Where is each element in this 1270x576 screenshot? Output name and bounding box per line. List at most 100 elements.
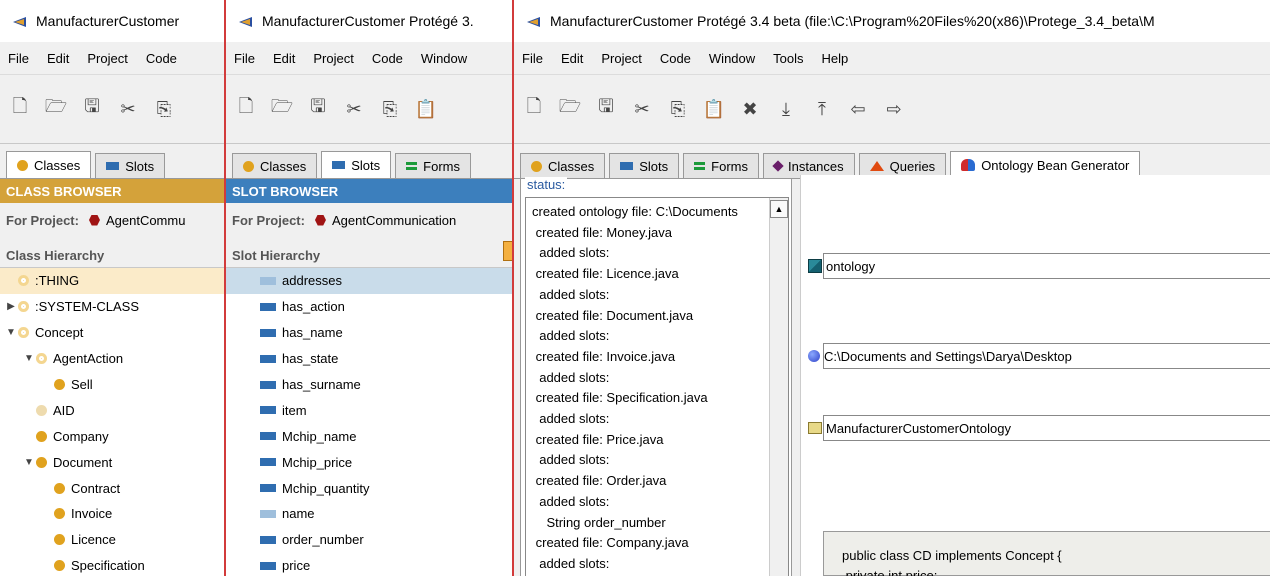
slot-browser-header: SLOT BROWSER bbox=[226, 179, 512, 203]
ontology-field[interactable]: ontology bbox=[808, 253, 1270, 279]
slot-tree-row[interactable]: order_number bbox=[226, 527, 512, 553]
class-tree-row[interactable]: Licence bbox=[0, 527, 224, 553]
slot-tree-row[interactable]: has_action bbox=[226, 294, 512, 320]
collapse-toggle-icon[interactable]: ▶ bbox=[4, 301, 18, 312]
slot-tree-row[interactable]: name bbox=[226, 501, 512, 527]
menu-project[interactable]: Project bbox=[87, 51, 127, 66]
class-tree-row[interactable]: ▼ AgentAction bbox=[0, 346, 224, 372]
class-tree-row[interactable]: ▼ Document bbox=[0, 449, 224, 475]
slot-tree: addresses has_action has_name has_state has_… bbox=[226, 268, 512, 576]
menu-file[interactable]: File bbox=[522, 51, 543, 66]
class-dot-icon bbox=[531, 160, 542, 172]
slot-tree-row[interactable]: item bbox=[226, 397, 512, 423]
slot-tree-row[interactable]: price bbox=[226, 553, 512, 576]
class-tree-row[interactable]: Contract bbox=[0, 475, 224, 501]
tab-classes[interactable]: Classes bbox=[6, 151, 92, 178]
slot-label: has_surname bbox=[282, 377, 361, 392]
new-file-icon[interactable]: 🗋 bbox=[232, 95, 260, 123]
collapse-handle[interactable] bbox=[503, 241, 512, 261]
class-tree-row[interactable]: :THING bbox=[0, 268, 224, 294]
expand-toggle-icon[interactable]: ▼ bbox=[22, 353, 36, 364]
menu-tools[interactable]: Tools bbox=[773, 51, 803, 66]
forward-icon[interactable]: ⇨ bbox=[880, 95, 908, 123]
cut-icon[interactable]: ✂ bbox=[628, 95, 656, 123]
copy-icon[interactable]: ⎘ bbox=[376, 95, 404, 123]
ontology-name-field[interactable]: ManufacturerCustomerOntology bbox=[808, 415, 1270, 441]
new-file-icon[interactable]: 🗋 bbox=[6, 95, 34, 123]
menu-bar: File Edit Project Code Window bbox=[226, 42, 512, 75]
delete-icon[interactable]: ✖ bbox=[736, 95, 764, 123]
slot-tree-row[interactable]: Mchip_price bbox=[226, 449, 512, 475]
menu-window[interactable]: Window bbox=[421, 51, 467, 66]
open-folder-icon[interactable]: 🗁 bbox=[268, 95, 296, 123]
menu-file[interactable]: File bbox=[8, 51, 29, 66]
slot-tree-row[interactable]: has_name bbox=[226, 320, 512, 346]
class-label: Document bbox=[53, 454, 113, 470]
title-bar: ManufacturerCustomer Protégé 3. bbox=[226, 0, 512, 42]
tab-classes[interactable]: Classes bbox=[520, 153, 606, 178]
slot-tree-row[interactable]: Mchip_quantity bbox=[226, 475, 512, 501]
expand-toggle-icon[interactable]: ▼ bbox=[4, 327, 18, 338]
class-tree: :THING ▶:SYSTEM-CLASS ▼ Concept ▼ AgentAction… bbox=[0, 268, 224, 576]
tab-slots[interactable]: Slots bbox=[609, 153, 680, 178]
menu-window[interactable]: Window bbox=[709, 51, 755, 66]
window-title: ManufacturerCustomer bbox=[36, 13, 180, 29]
save-icon[interactable]: 🖫 bbox=[592, 95, 620, 123]
expand-toggle-icon[interactable]: ▼ bbox=[22, 457, 36, 468]
open-folder-icon[interactable]: 🗁 bbox=[556, 95, 584, 123]
menu-help[interactable]: Help bbox=[822, 51, 849, 66]
class-label: Licence bbox=[71, 532, 116, 548]
location-field[interactable]: C:\Documents and Settings\Darya\Desktop bbox=[808, 343, 1270, 369]
copy-icon[interactable]: ⎘ bbox=[150, 95, 178, 123]
menu-code[interactable]: Code bbox=[660, 51, 691, 66]
menu-code[interactable]: Code bbox=[372, 51, 403, 66]
class-tree-row[interactable]: ▶:SYSTEM-CLASS bbox=[0, 294, 224, 320]
open-folder-icon[interactable]: 🗁 bbox=[42, 95, 70, 123]
class-label: Sell bbox=[71, 377, 93, 392]
slot-tree-row[interactable]: has_state bbox=[226, 346, 512, 372]
tab-forms[interactable]: Forms bbox=[683, 153, 759, 178]
class-label: Invoice bbox=[71, 506, 113, 522]
menu-code[interactable]: Code bbox=[146, 51, 177, 66]
cut-icon[interactable]: ✂ bbox=[114, 95, 142, 123]
menu-edit[interactable]: Edit bbox=[561, 51, 583, 66]
undo-icon[interactable]: ⤓ bbox=[772, 95, 800, 123]
cut-icon[interactable]: ✂ bbox=[340, 95, 368, 123]
scroll-up-icon[interactable]: ▲ bbox=[770, 200, 788, 218]
status-log[interactable]: created ontology file: C:\Documents crea… bbox=[525, 197, 789, 576]
tab-classes[interactable]: Classes bbox=[232, 153, 318, 178]
tab-slots[interactable]: Slots bbox=[95, 153, 166, 178]
slot-browser-window: ManufacturerCustomer Protégé 3. File Edi… bbox=[226, 0, 512, 576]
new-file-icon[interactable]: 🗋 bbox=[520, 95, 548, 123]
slot-icon bbox=[260, 432, 276, 441]
class-tree-row[interactable]: Invoice bbox=[0, 501, 224, 527]
status-scrollbar[interactable]: ▲ bbox=[769, 198, 788, 576]
save-icon[interactable]: 🖫 bbox=[304, 95, 332, 123]
class-label: Concept bbox=[35, 325, 84, 341]
copy-icon[interactable]: ⎘ bbox=[664, 95, 692, 123]
class-tree-row[interactable]: Sell bbox=[0, 372, 224, 398]
back-icon[interactable]: ⇦ bbox=[844, 95, 872, 123]
tab-forms[interactable]: Forms bbox=[395, 153, 471, 178]
class-tree-row[interactable]: ▼ Concept bbox=[0, 320, 224, 346]
paste-icon[interactable]: 📋 bbox=[700, 95, 728, 123]
class-browser-window: ManufacturerCustomer File Edit Project C… bbox=[0, 0, 224, 576]
redo-icon[interactable]: ⤒ bbox=[808, 95, 836, 123]
slot-tree-row[interactable]: addresses bbox=[226, 268, 512, 294]
tab-ontology-bean-generator[interactable]: Ontology Bean Generator bbox=[950, 151, 1141, 178]
slot-tree-row[interactable]: has_surname bbox=[226, 372, 512, 398]
menu-project[interactable]: Project bbox=[601, 51, 641, 66]
menu-file[interactable]: File bbox=[234, 51, 255, 66]
save-icon[interactable]: 🖫 bbox=[78, 95, 106, 123]
menu-edit[interactable]: Edit bbox=[47, 51, 69, 66]
tab-bar: Classes Slots Forms Instances Queries On… bbox=[514, 144, 1270, 179]
class-tree-row[interactable]: AID bbox=[0, 397, 224, 423]
class-tree-row[interactable]: Specification bbox=[0, 553, 224, 576]
menu-edit[interactable]: Edit bbox=[273, 51, 295, 66]
slot-tree-row[interactable]: Mchip_name bbox=[226, 423, 512, 449]
paste-icon[interactable]: 📋 bbox=[412, 95, 440, 123]
class-tree-row[interactable]: Company bbox=[0, 423, 224, 449]
title-bar: ManufacturerCustomer Protégé 3.4 beta (f… bbox=[514, 0, 1270, 42]
tab-slots[interactable]: Slots bbox=[321, 151, 392, 178]
menu-project[interactable]: Project bbox=[313, 51, 353, 66]
